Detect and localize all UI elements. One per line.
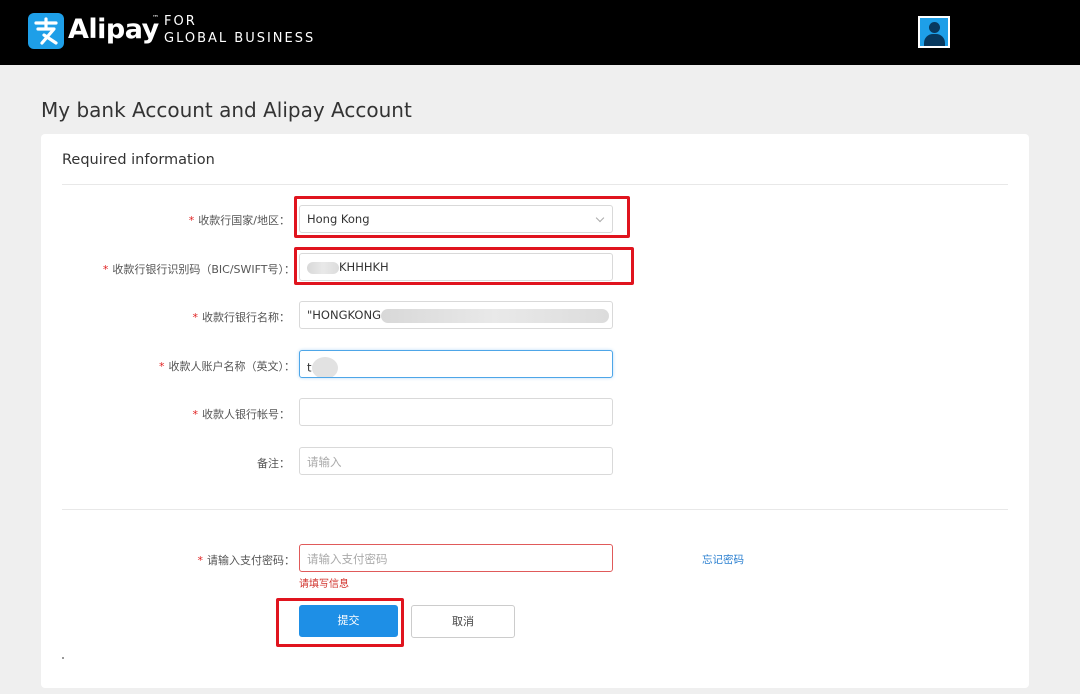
account-name-input[interactable]: t — [299, 350, 613, 378]
country-label: * 收款行国家/地区： — [188, 214, 290, 227]
bank-name-input[interactable]: "HONGKONG — [299, 301, 613, 329]
password-error-text: 请填写信息 — [299, 579, 349, 590]
remarks-input[interactable]: 请输入 — [299, 447, 613, 475]
top-bar: Alipay ™ FOR GLOBAL BUSINESS — [0, 0, 1080, 65]
cancel-button[interactable]: 取消 — [411, 605, 515, 638]
user-avatar-icon[interactable] — [918, 16, 950, 48]
password-divider — [62, 509, 1008, 510]
highlight-box-country — [294, 196, 630, 238]
password-label: * 请输入支付密码： — [197, 554, 296, 567]
redacted-blur — [380, 308, 609, 323]
highlight-box-swift — [294, 247, 634, 285]
page-title: My bank Account and Alipay Account — [41, 98, 412, 122]
forgot-password-link[interactable]: 忘记密码 — [702, 552, 744, 567]
bank-name-label: * 收款行银行名称： — [192, 311, 291, 324]
stray-dot — [62, 657, 64, 659]
logo-subtitle-line1: FOR — [164, 14, 197, 29]
account-name-label: * 收款人账户名称（英文）： — [159, 360, 295, 373]
logo-wordmark: Alipay — [68, 14, 159, 45]
payment-password-input[interactable]: 请输入支付密码 — [299, 544, 613, 572]
account-number-input[interactable] — [299, 398, 613, 426]
redacted-blur — [311, 357, 338, 377]
remarks-label: 备注： — [257, 457, 290, 470]
logo-subtitle-line2: GLOBAL BUSINESS — [164, 31, 316, 46]
highlight-box-submit — [276, 598, 404, 647]
section-title: Required information — [62, 152, 215, 168]
section-divider — [62, 184, 1008, 185]
logo-trademark: ™ — [152, 14, 159, 22]
alipay-logo-icon — [28, 13, 64, 49]
account-number-label: * 收款人银行帐号： — [192, 408, 291, 421]
swift-label: * 收款行银行识别码（BIC/SWIFT号）： — [102, 263, 295, 276]
